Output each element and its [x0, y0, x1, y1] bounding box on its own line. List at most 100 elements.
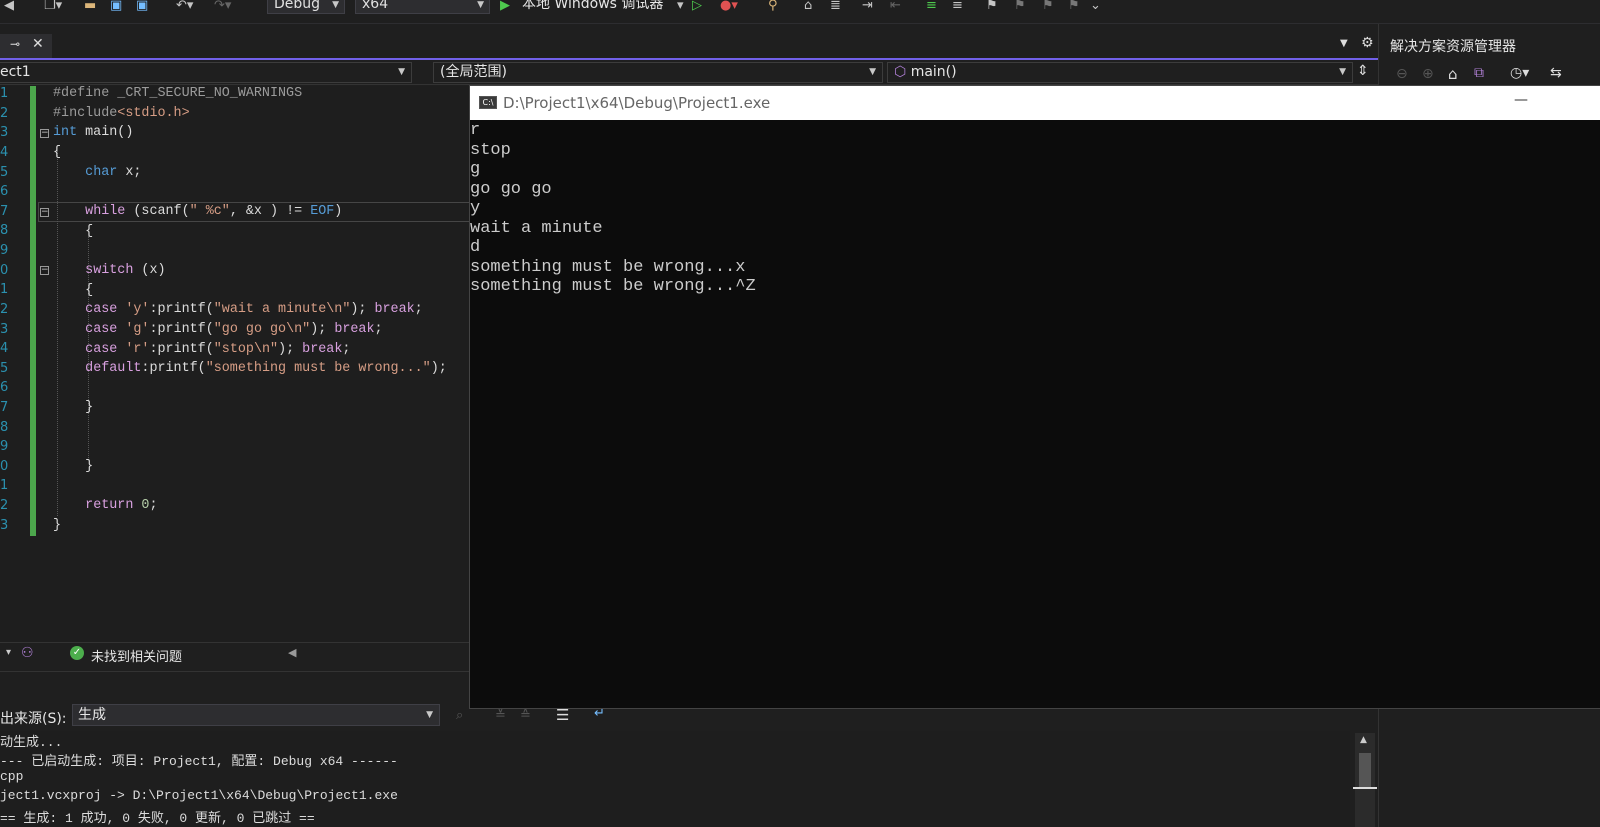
- outdent-icon[interactable]: ⇤: [890, 0, 901, 14]
- line-number: 1: [0, 86, 9, 101]
- prev-message-icon[interactable]: ≚: [495, 708, 506, 723]
- toolbar-overflow-icon[interactable]: ⌄: [1090, 0, 1101, 14]
- output-line: --- 已启动生成: 项目: Project1, 配置: Debug x64 -…: [0, 754, 398, 769]
- code-text: }: [53, 459, 94, 474]
- issues-status[interactable]: 未找到相关问题: [91, 646, 182, 665]
- code-text: ): [334, 204, 343, 219]
- switch-views-icon[interactable]: ⧉: [1474, 65, 1484, 81]
- code-text: :printf(: [149, 342, 214, 357]
- chevron-down-icon: ▼: [398, 67, 405, 77]
- code-line: {: [53, 281, 93, 301]
- code-text: , &x ) !=: [229, 204, 311, 219]
- code-text: :printf(: [149, 322, 214, 337]
- line-number: 7: [0, 204, 9, 219]
- code-line: }: [53, 516, 61, 536]
- code-text: ;: [414, 302, 423, 317]
- zoom-dropdown-icon[interactable]: ▾: [6, 647, 11, 658]
- code-text: }: [53, 518, 62, 533]
- start-debug-icon[interactable]: ▶: [500, 0, 510, 14]
- code-text: );: [278, 342, 303, 357]
- save-all-icon[interactable]: ▣: [136, 0, 148, 14]
- back-icon[interactable]: ⊖: [1396, 66, 1408, 82]
- code-line: {: [53, 222, 93, 242]
- start-debug-button[interactable]: 本地 Windows 调试器: [522, 0, 663, 11]
- string-token: "go go go\n": [213, 322, 311, 337]
- code-line: case 'r':printf("stop\n"); break;: [53, 340, 350, 360]
- config-select[interactable]: Debug ▼: [267, 0, 345, 14]
- keyword-token: break: [334, 322, 375, 337]
- new-item-icon[interactable]: ❐▾: [44, 0, 62, 14]
- collapse-icon[interactable]: −: [40, 266, 49, 275]
- output-scrollbar[interactable]: ▲: [1353, 733, 1377, 827]
- output-source-select[interactable]: 生成 ▼: [72, 704, 440, 726]
- document-tab[interactable]: ⊸ ✕: [0, 34, 52, 58]
- sync-icon[interactable]: ⇆: [1550, 65, 1562, 81]
- bookmark-icon[interactable]: ⚑: [986, 0, 998, 14]
- undo-icon[interactable]: ↶▾: [176, 0, 193, 14]
- start-without-debug-icon[interactable]: ▷: [692, 0, 702, 14]
- find-message-icon[interactable]: ⌕: [456, 708, 463, 723]
- console-line: stop: [470, 141, 511, 160]
- find-icon[interactable]: ⚲: [768, 0, 778, 14]
- member-combo[interactable]: ⬡ main() ▼: [887, 62, 1353, 83]
- pin-icon[interactable]: ⊸: [10, 37, 20, 51]
- split-icon[interactable]: ⇕: [1357, 63, 1369, 79]
- line-number: 5: [0, 361, 9, 376]
- home-icon[interactable]: ⌂: [1448, 65, 1458, 83]
- start-debug-dropdown-icon[interactable]: ▾: [677, 0, 684, 14]
- intellicode-icon[interactable]: ⚇: [21, 645, 34, 661]
- tab-list-dropdown-icon[interactable]: ▼: [1340, 38, 1348, 49]
- back-icon[interactable]: ◀: [4, 0, 14, 14]
- project-combo[interactable]: ect1 ▼: [0, 62, 412, 83]
- console-line: something must be wrong...^Z: [470, 277, 756, 296]
- prev-bookmark-icon[interactable]: ⚑: [1014, 0, 1026, 14]
- code-line: default:printf("something must be wrong.…: [53, 359, 447, 379]
- uncomment-icon[interactable]: ≡: [952, 0, 963, 14]
- platform-select[interactable]: x64 ▼: [355, 0, 490, 14]
- code-text: ;: [342, 342, 351, 357]
- code-text: {: [53, 283, 94, 298]
- history-icon[interactable]: ◷▾: [1510, 65, 1529, 81]
- code-text: ;: [149, 498, 158, 513]
- home-icon[interactable]: ⌂: [804, 0, 812, 14]
- console-output[interactable]: [470, 120, 1600, 708]
- collapse-icon[interactable]: −: [40, 129, 49, 138]
- line-number: 2: [0, 106, 9, 121]
- line-number: 8: [0, 420, 9, 435]
- forward-icon[interactable]: ⊕: [1422, 66, 1434, 82]
- code-text: );: [430, 361, 447, 376]
- line-number: 1: [0, 282, 9, 297]
- record-icon[interactable]: ●▾: [720, 0, 738, 14]
- open-folder-icon[interactable]: ▬: [84, 0, 96, 14]
- scope-combo[interactable]: (全局范围) ▼: [433, 62, 883, 83]
- scroll-up-icon[interactable]: ▲: [1360, 735, 1367, 745]
- keyword-token: return: [85, 498, 134, 513]
- next-message-icon[interactable]: ≙: [520, 708, 531, 723]
- indent-icon[interactable]: ⇥: [862, 0, 873, 14]
- code-text: :printf(: [149, 302, 214, 317]
- collapse-icon[interactable]: −: [40, 208, 49, 217]
- keyword-token: break: [302, 342, 343, 357]
- line-number: 3: [0, 518, 9, 533]
- output-text-area[interactable]: 动生成... --- 已启动生成: 项目: Project1, 配置: Debu…: [0, 731, 1350, 827]
- clear-bookmarks-icon[interactable]: ⚑: [1068, 0, 1080, 14]
- keyword-token: case: [85, 322, 118, 337]
- scroll-left-icon[interactable]: ◀: [288, 646, 296, 659]
- scrollbar-thumb[interactable]: [1359, 753, 1371, 787]
- string-token: "stop\n": [213, 342, 279, 357]
- line-number: 4: [0, 145, 9, 160]
- code-line: return 0;: [53, 496, 158, 516]
- minimize-icon[interactable]: —: [1514, 92, 1530, 108]
- close-icon[interactable]: ✕: [32, 36, 44, 52]
- comment-icon[interactable]: ≡: [926, 0, 937, 14]
- next-bookmark-icon[interactable]: ⚑: [1042, 0, 1054, 14]
- format-icon[interactable]: ≣: [830, 0, 841, 14]
- save-icon[interactable]: ▣: [110, 0, 122, 14]
- line-number: 6: [0, 184, 9, 199]
- line-number: 0: [0, 263, 9, 278]
- scope-value: (全局范围): [440, 64, 507, 80]
- gear-icon[interactable]: ⚙: [1361, 35, 1374, 51]
- redo-icon[interactable]: ↷▾: [214, 0, 231, 14]
